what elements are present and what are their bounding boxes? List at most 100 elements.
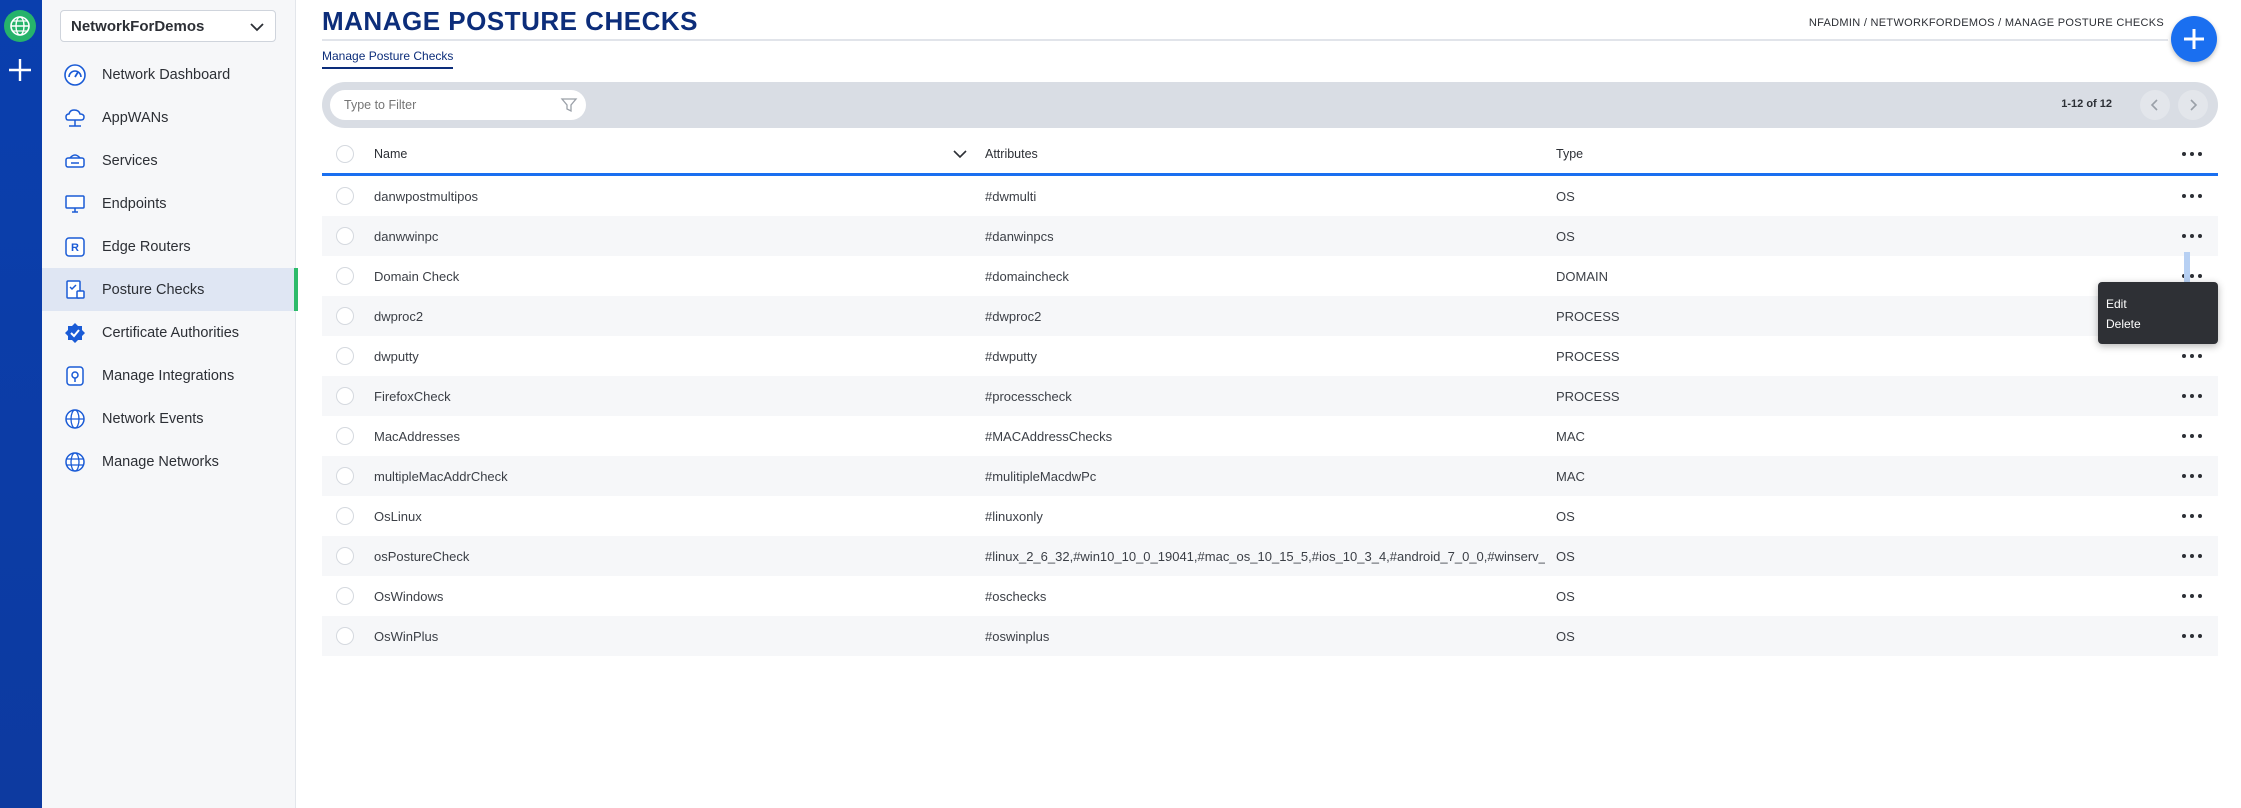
pagination-status: 1-12 of 12 [2061, 98, 2112, 110]
sidebar-item-edge-routers[interactable]: R Edge Routers [42, 225, 296, 268]
table-toolbar: 1-12 of 12 [322, 82, 2218, 128]
row-select-checkbox[interactable] [336, 187, 354, 205]
context-menu-delete[interactable]: Delete [2106, 314, 2210, 334]
table-row[interactable]: OsWinPlus #oswinplus OS [322, 616, 2218, 656]
title-divider [322, 39, 2168, 41]
row-attributes: #dwputty [985, 348, 1038, 364]
main-content: MANAGE POSTURE CHECKS NFADMIN / NETWORKF… [322, 0, 2220, 808]
integrations-icon [62, 363, 88, 389]
posture-check-icon [62, 277, 88, 303]
sidebar-item-network-events[interactable]: Network Events [42, 397, 296, 440]
next-page-button[interactable] [2178, 90, 2208, 120]
row-select-checkbox[interactable] [336, 587, 354, 605]
sidebar-item-endpoints[interactable]: Endpoints [42, 182, 296, 225]
row-more-options-icon[interactable] [2178, 496, 2206, 536]
row-name: dwputty [374, 348, 419, 364]
row-type: OS [1556, 588, 1575, 604]
row-select-checkbox[interactable] [336, 467, 354, 485]
table-row[interactable]: Domain Check #domaincheck DOMAIN [322, 256, 2218, 296]
row-name: osPostureCheck [374, 548, 470, 564]
row-select-checkbox[interactable] [336, 547, 354, 565]
row-attributes: #danwinpcs [985, 228, 1054, 244]
row-name: FirefoxCheck [374, 388, 451, 404]
table-row[interactable]: OsWindows #oschecks OS [322, 576, 2218, 616]
page-title: MANAGE POSTURE CHECKS [322, 6, 698, 36]
router-icon: R [62, 234, 88, 260]
row-more-options-icon[interactable] [2178, 416, 2206, 456]
row-select-checkbox[interactable] [336, 227, 354, 245]
sidebar-item-services[interactable]: Services [42, 139, 296, 182]
header-more-options-icon[interactable] [2178, 134, 2206, 173]
row-type: PROCESS [1556, 348, 1620, 364]
table-row[interactable]: OsLinux #linuxonly OS [322, 496, 2218, 536]
row-name: Domain Check [374, 268, 460, 284]
row-more-options-icon[interactable] [2178, 536, 2206, 576]
row-select-checkbox[interactable] [336, 627, 354, 645]
filter-funnel-icon[interactable] [560, 96, 578, 119]
select-all-checkbox[interactable] [336, 144, 354, 163]
row-type: MAC [1556, 428, 1585, 444]
sidebar-item-label: Edge Routers [102, 238, 191, 255]
row-type: OS [1556, 508, 1575, 524]
row-select-checkbox[interactable] [336, 387, 354, 405]
row-attributes: #domaincheck [985, 268, 1069, 284]
row-name: danwwinpc [374, 228, 439, 244]
row-more-options-icon[interactable] [2178, 176, 2206, 216]
table-row[interactable]: dwproc2 #dwproc2 PROCESS [322, 296, 2218, 336]
table-row[interactable]: danwpostmultipos #dwmulti OS [322, 176, 2218, 216]
row-select-checkbox[interactable] [336, 427, 354, 445]
tab-manage-posture-checks[interactable]: Manage Posture Checks [322, 49, 454, 69]
context-menu-edit[interactable]: Edit [2106, 294, 2210, 314]
row-more-options-icon[interactable] [2178, 616, 2206, 656]
sidebar-item-posture-checks[interactable]: Posture Checks [42, 268, 298, 311]
add-posture-check-button[interactable] [2171, 16, 2217, 62]
row-type: OS [1556, 628, 1575, 644]
filter-input[interactable] [344, 98, 544, 112]
sort-chevron-down-icon[interactable] [952, 134, 972, 173]
sidebar-item-network-dashboard[interactable]: Network Dashboard [42, 53, 296, 96]
row-attributes: #oschecks [985, 588, 1047, 604]
row-name: MacAddresses [374, 428, 460, 444]
sidebar: NetworkForDemos Network Dashboard AppWAN… [42, 0, 298, 808]
row-more-options-icon[interactable] [2178, 376, 2206, 416]
row-select-checkbox[interactable] [336, 307, 354, 325]
row-more-options-icon[interactable] [2178, 216, 2206, 256]
add-network-icon[interactable] [6, 56, 34, 84]
app-rail [0, 0, 42, 808]
row-type: PROCESS [1556, 308, 1620, 324]
manage-networks-globe-icon [62, 449, 88, 475]
network-selector[interactable]: NetworkForDemos [60, 10, 276, 42]
row-attributes: #MACAddressChecks [985, 428, 1113, 444]
appwan-cloud-icon [62, 105, 88, 131]
previous-page-button[interactable] [2140, 90, 2170, 120]
endpoint-monitor-icon [62, 191, 88, 217]
column-header-type[interactable]: Type [1556, 134, 1856, 173]
row-name: dwproc2 [374, 308, 424, 324]
breadcrumb[interactable]: NFADMIN / NETWORKFORDEMOS / MANAGE POSTU… [1809, 17, 2164, 29]
row-select-checkbox[interactable] [336, 347, 354, 365]
table-row[interactable]: dwputty #dwputty PROCESS [322, 336, 2218, 376]
table-row[interactable]: MacAddresses #MACAddressChecks MAC [322, 416, 2218, 456]
table-row[interactable]: osPostureCheck #linux_2_6_32,#win10_10_0_… [322, 536, 2218, 576]
services-icon [62, 148, 88, 174]
column-header-attributes[interactable]: Attributes [985, 134, 1545, 173]
row-more-options-icon[interactable] [2178, 576, 2206, 616]
row-more-options-icon[interactable] [2178, 456, 2206, 496]
column-header-name[interactable]: Name [374, 134, 934, 173]
table-row[interactable]: FirefoxCheck #processcheck PROCESS [322, 376, 2218, 416]
row-type: PROCESS [1556, 388, 1620, 404]
sidebar-item-manage-integrations[interactable]: Manage Integrations [42, 354, 296, 397]
sidebar-item-manage-networks[interactable]: Manage Networks [42, 440, 296, 483]
sidebar-item-certificate-authorities[interactable]: Certificate Authorities [42, 311, 296, 354]
sidebar-item-label: Manage Networks [102, 453, 219, 470]
table-row[interactable]: multipleMacAddrCheck #mulitipleMacdwPc MAC [322, 456, 2218, 496]
row-select-checkbox[interactable] [336, 507, 354, 525]
sidebar-item-appwans[interactable]: AppWANs [42, 96, 296, 139]
sidebar-nav: Network Dashboard AppWANs Services Endpo… [42, 53, 298, 483]
row-attributes: #dwproc2 [985, 308, 1042, 324]
sidebar-item-label: Network Events [102, 410, 204, 427]
filter-field[interactable] [330, 90, 586, 120]
table-row[interactable]: danwwinpc #danwinpcs OS [322, 216, 2218, 256]
netfoundry-logo-icon[interactable] [4, 10, 36, 42]
row-select-checkbox[interactable] [336, 267, 354, 285]
